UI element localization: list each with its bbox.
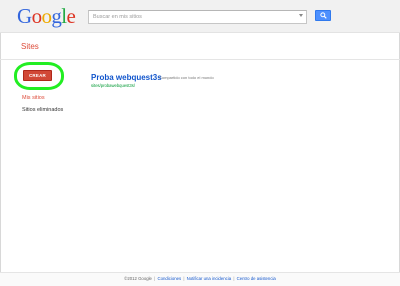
logo-letter: G	[17, 4, 32, 28]
chevron-down-icon[interactable]	[299, 14, 303, 17]
site-sharing-status: Compartido con todo el mundo	[159, 75, 214, 80]
search-button[interactable]	[315, 10, 331, 21]
footer-link-report-issue[interactable]: Notificar una incidencia	[187, 276, 231, 281]
logo-letter: o	[41, 4, 52, 28]
footer-link-terms[interactable]: Condiciones	[157, 276, 181, 281]
footer-separator: |	[233, 276, 235, 281]
search-icon	[320, 12, 327, 19]
create-button[interactable]: CREAR	[23, 70, 52, 81]
footer: ©2012 Google | Condiciones | Notificar u…	[0, 272, 400, 286]
sidebar-item-deleted-sites[interactable]: Sitios eliminados	[22, 107, 63, 114]
page-title: Sites	[21, 42, 39, 51]
search-input[interactable]	[93, 11, 293, 23]
logo-letter: o	[31, 4, 43, 28]
footer-separator: |	[183, 276, 185, 281]
app-bar: Sites	[0, 33, 400, 60]
sidebar-item-my-sites[interactable]: Mis sitios	[22, 95, 45, 102]
top-bar: Google	[0, 0, 400, 33]
footer-link-help-center[interactable]: Centro de asistencia	[237, 276, 276, 281]
logo-letter: e	[66, 4, 76, 28]
site-title-link[interactable]: Proba webquest3s	[91, 73, 162, 82]
site-url: sites/probawebquest3s/	[91, 83, 135, 88]
logo-letter: g	[51, 4, 62, 28]
google-logo[interactable]: Google	[17, 4, 76, 28]
footer-separator: |	[154, 276, 156, 281]
footer-links: ©2012 Google | Condiciones | Notificar u…	[0, 276, 400, 282]
footer-copyright: ©2012 Google	[124, 276, 152, 281]
search-box	[88, 10, 307, 24]
